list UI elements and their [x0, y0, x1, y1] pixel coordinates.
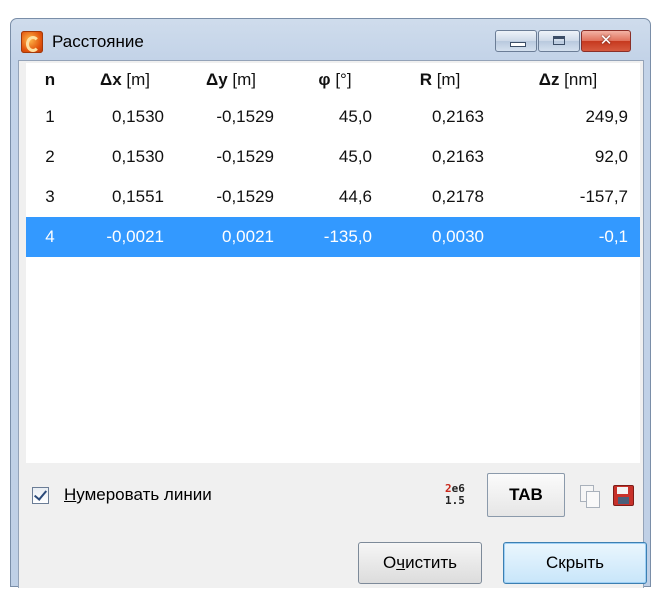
cell-n: 4	[26, 217, 74, 257]
distance-table[interactable]: n Δx [m] Δy [m] φ [°] R [m] Δz [nm] 1 0,…	[26, 63, 640, 463]
distance-window: Расстояние ✕ n Δx [m] Δy [m] φ [°] R [m]…	[10, 18, 651, 589]
column-header-phi[interactable]: φ [°]	[286, 63, 384, 97]
close-icon: ✕	[599, 32, 613, 49]
cell-phi: 45,0	[338, 107, 372, 126]
tab-separator-button[interactable]: TAB	[487, 473, 565, 517]
cell-dy: 0,0021	[176, 217, 286, 257]
column-header-dy[interactable]: Δy [m]	[176, 63, 286, 97]
cell-dx: 0,1530	[112, 147, 164, 166]
cell-n: 1	[45, 107, 55, 126]
clear-button[interactable]: Очистить	[358, 542, 482, 584]
minimize-button[interactable]	[495, 30, 537, 52]
column-header-dx[interactable]: Δx [m]	[74, 63, 176, 97]
cell-phi: 45,0	[338, 147, 372, 166]
copy-icon[interactable]	[580, 485, 600, 508]
column-header-r[interactable]: R [m]	[384, 63, 496, 97]
app-logo-icon	[21, 31, 43, 53]
minimize-icon	[510, 42, 526, 47]
cell-dx: 0,1551	[112, 187, 164, 206]
footer-bar: Нумеровать линии 2e6 1.5 TAB Очистить Ск…	[19, 471, 647, 589]
maximize-icon	[553, 36, 565, 45]
number-format-icon[interactable]: 2e6 1.5	[445, 483, 467, 509]
cell-dz: 92,0	[594, 147, 628, 166]
cell-r: 0,0030	[384, 217, 496, 257]
cell-n: 2	[45, 147, 55, 166]
cell-dy: -0,1529	[216, 107, 274, 126]
title-bar[interactable]: Расстояние ✕	[11, 19, 650, 61]
column-header-dz[interactable]: Δz [nm]	[496, 63, 640, 97]
cell-r: 0,2163	[432, 147, 484, 166]
table-header-row: n Δx [m] Δy [m] φ [°] R [m] Δz [nm]	[26, 63, 640, 97]
number-lines-checkbox[interactable]	[32, 487, 49, 504]
cell-dz: 249,9	[585, 107, 628, 126]
cell-r: 0,2178	[432, 187, 484, 206]
close-button[interactable]: ✕	[581, 30, 631, 52]
save-icon[interactable]	[613, 485, 634, 506]
cell-n: 3	[45, 187, 55, 206]
column-header-n[interactable]: n	[26, 63, 74, 97]
cell-dy: -0,1529	[216, 147, 274, 166]
cell-dx: -0,0021	[74, 217, 176, 257]
cell-dz: -157,7	[579, 187, 628, 206]
table-row[interactable]: 1 0,1530 -0,1529 45,0 0,2163 249,9	[26, 97, 640, 137]
table-row[interactable]: 2 0,1530 -0,1529 45,0 0,2163 92,0	[26, 137, 640, 177]
window-title: Расстояние	[52, 32, 144, 51]
number-lines-label[interactable]: Нумеровать линии	[64, 485, 212, 505]
cell-r: 0,2163	[432, 107, 484, 126]
cell-phi: -135,0	[286, 217, 384, 257]
cell-dx: 0,1530	[112, 107, 164, 126]
hide-button[interactable]: Скрыть	[503, 542, 647, 584]
table-row-selected[interactable]: 4 -0,0021 0,0021 -135,0 0,0030 -0,1	[26, 217, 640, 257]
maximize-button[interactable]	[538, 30, 580, 52]
table-row[interactable]: 3 0,1551 -0,1529 44,6 0,2178 -157,7	[26, 177, 640, 217]
cell-phi: 44,6	[338, 187, 372, 206]
cell-dz: -0,1	[496, 217, 640, 257]
client-area: n Δx [m] Δy [m] φ [°] R [m] Δz [nm] 1 0,…	[18, 60, 647, 589]
cell-dy: -0,1529	[216, 187, 274, 206]
